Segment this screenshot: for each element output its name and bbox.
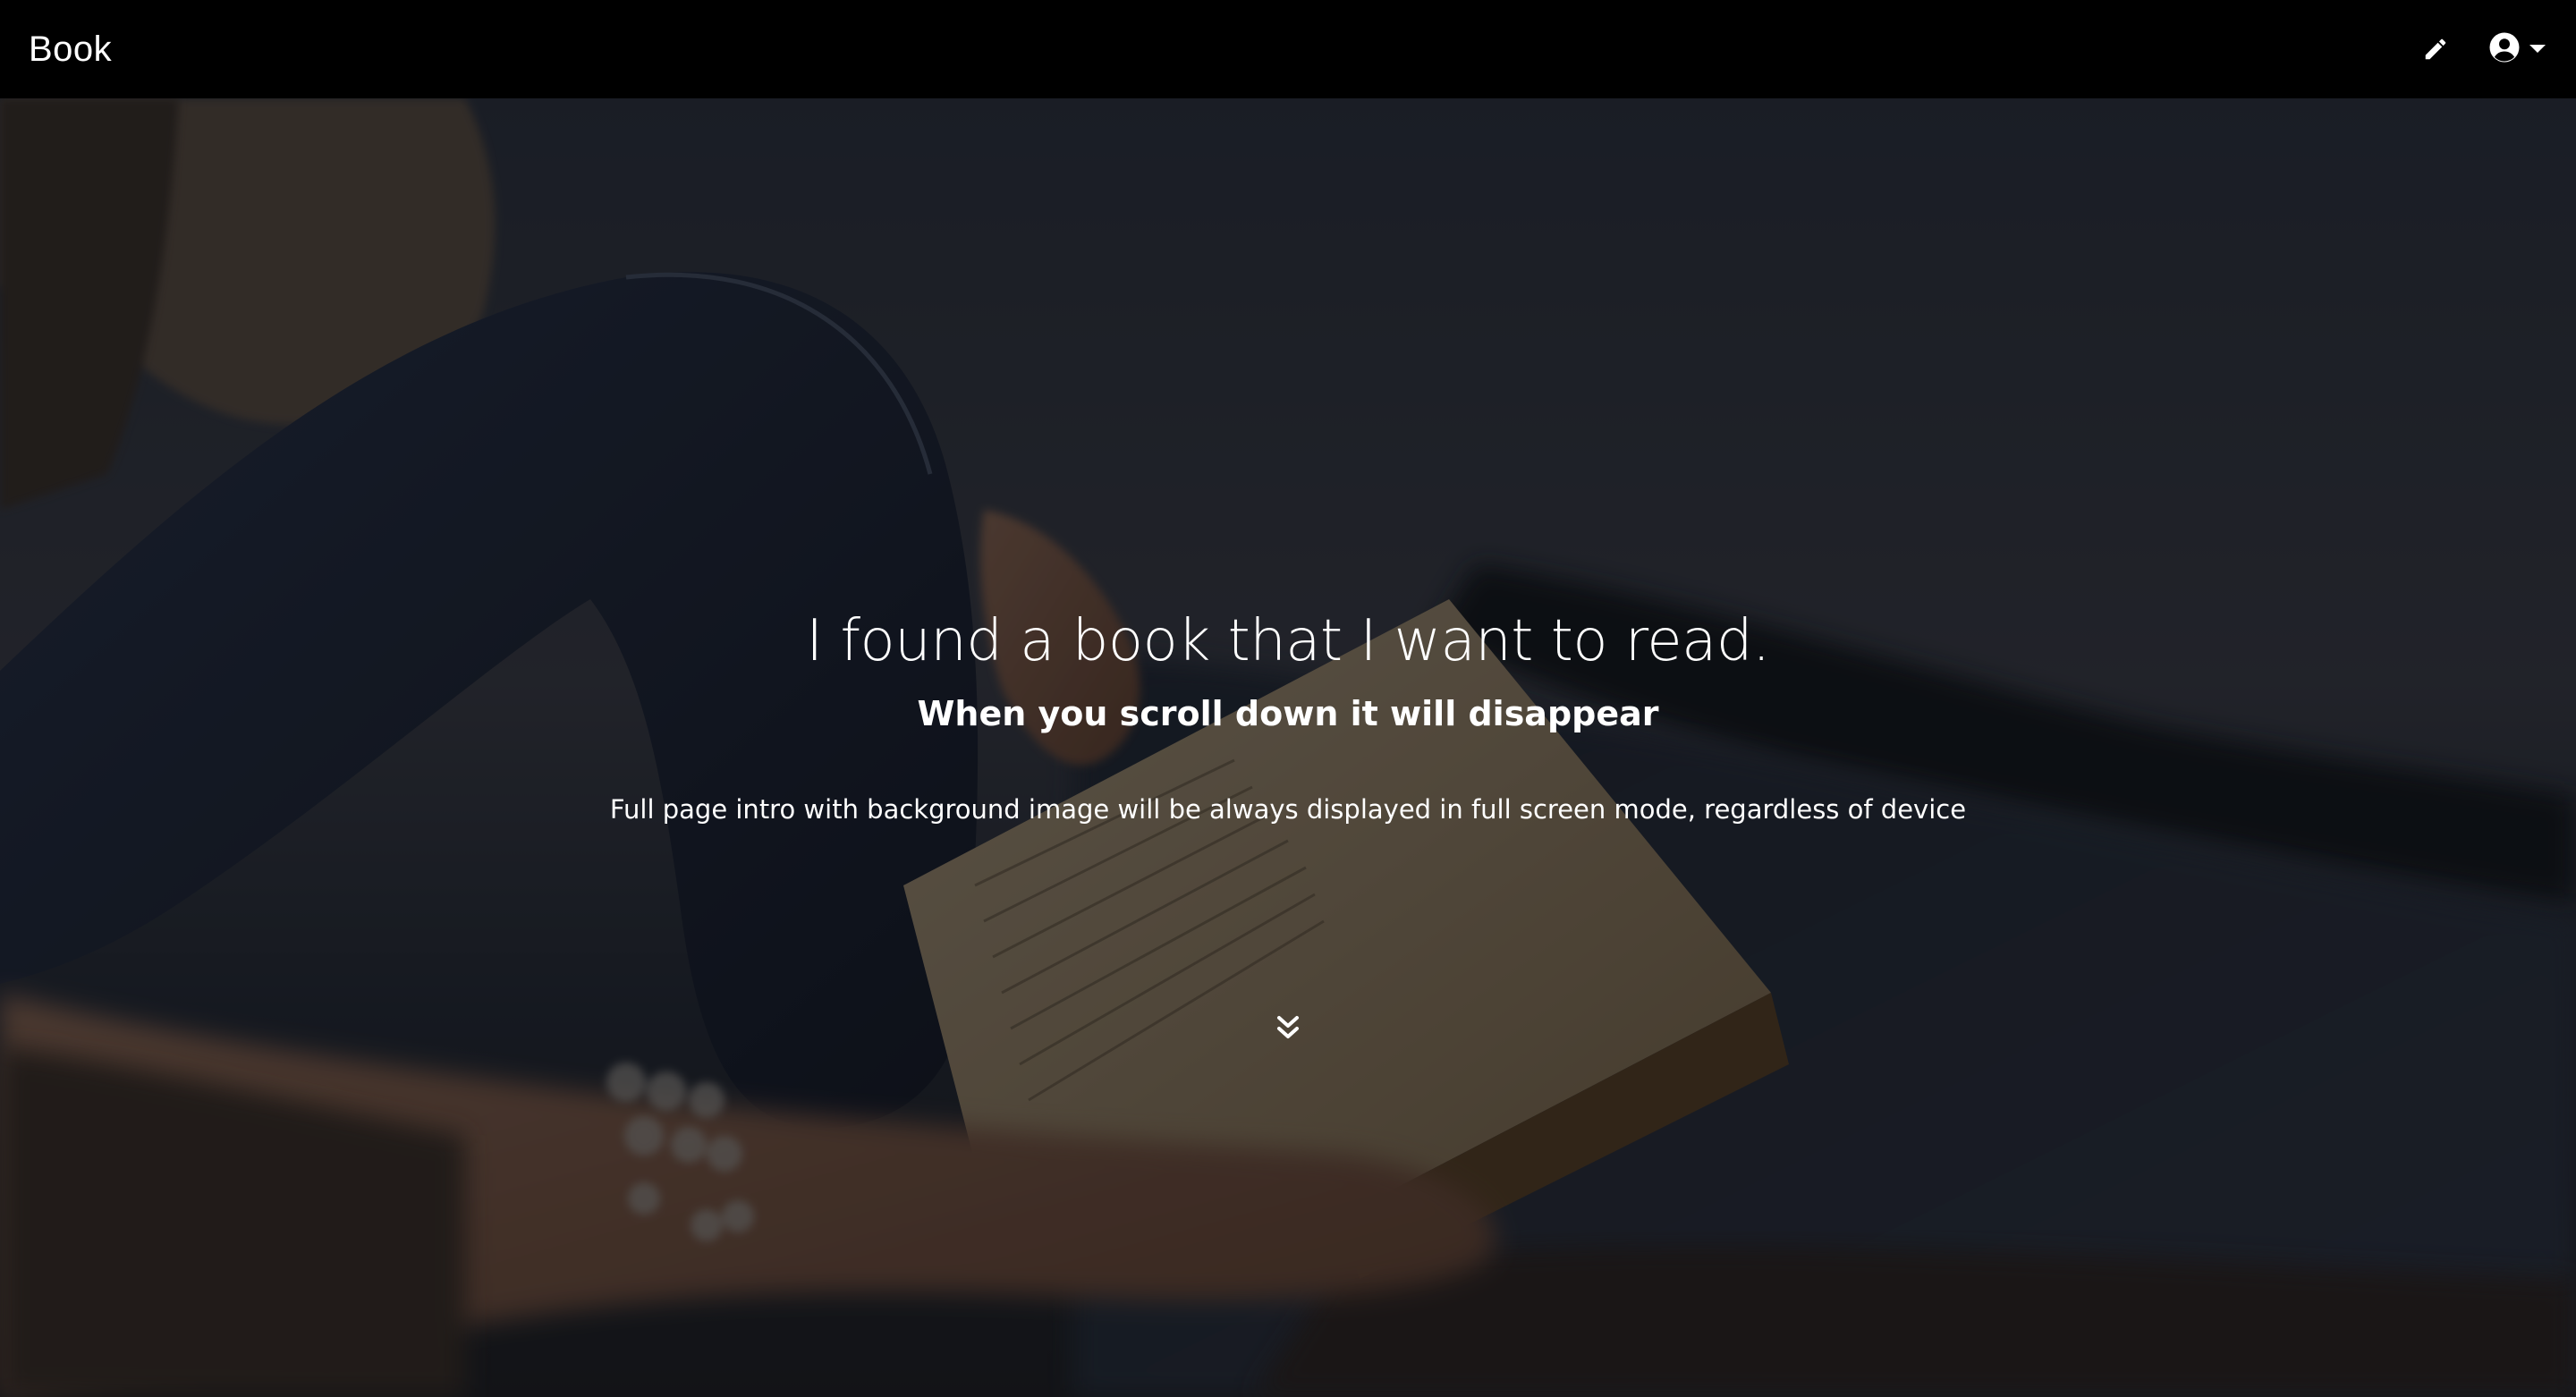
hero-section: I found a book that I want to read. When… — [0, 98, 2576, 1397]
account-dropdown-button[interactable] — [2488, 31, 2547, 68]
caret-down-icon — [2528, 43, 2547, 55]
page: Book I found a book that I want to read.… — [0, 0, 2576, 1397]
scroll-down-button[interactable] — [1270, 1012, 1306, 1048]
user-circle-icon — [2488, 31, 2521, 68]
nav-actions — [2422, 31, 2547, 68]
top-navbar: Book — [0, 0, 2576, 98]
brand-link[interactable]: Book — [29, 30, 112, 70]
hero-title: I found a book that I want to read. — [806, 608, 1770, 674]
hero-description: Full page intro with background image wi… — [609, 794, 1967, 825]
hero-content: I found a book that I want to read. When… — [0, 98, 2576, 1397]
pencil-icon[interactable] — [2422, 36, 2449, 63]
hero-subtitle: When you scroll down it will disappear — [917, 694, 1659, 733]
double-chevron-down-icon — [1276, 1015, 1300, 1046]
